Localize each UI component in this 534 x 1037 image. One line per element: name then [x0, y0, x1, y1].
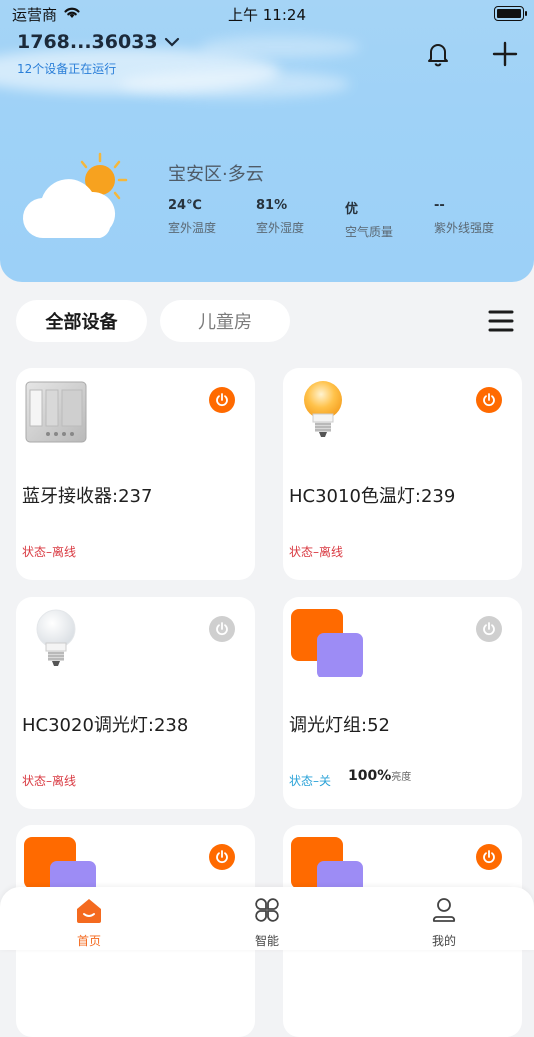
account-number: 1768...36033	[17, 31, 158, 53]
device-name: HC3020调光灯:238	[22, 715, 189, 736]
tab-smart[interactable]: 智能	[237, 895, 297, 949]
power-toggle[interactable]	[476, 616, 502, 642]
power-toggle[interactable]	[209, 387, 235, 413]
stat-value: 24℃	[168, 198, 202, 213]
device-name: 调光灯组:52	[289, 715, 390, 736]
partly-cloudy-icon	[22, 152, 128, 239]
filter-all-devices[interactable]: 全部设备	[16, 300, 147, 342]
stat-label: 紫外线强度	[434, 221, 495, 235]
sky-cloud-decoration	[200, 36, 360, 58]
light-group-icon	[291, 609, 363, 677]
device-card[interactable]: 调光灯组:52 状态–关 100%亮度	[283, 597, 522, 809]
device-card[interactable]: HC3020调光灯:238 状态–离线	[16, 597, 255, 809]
brightness-label: 亮度	[391, 772, 412, 783]
device-status: 状态–离线	[22, 774, 77, 788]
brightness-readout: 100%亮度	[348, 768, 411, 784]
stat-value: --	[434, 198, 445, 213]
user-icon	[432, 898, 456, 922]
white-bulb-icon	[36, 609, 76, 666]
tab-label: 我的	[431, 934, 456, 948]
stat-label: 室外湿度	[256, 221, 305, 235]
device-name: HC3010色温灯:239	[289, 486, 456, 507]
stat-air-quality: 优 空气质量	[345, 198, 393, 240]
devices-running-text: 12个设备正在运行	[17, 62, 117, 76]
brightness-value: 100%	[348, 768, 392, 784]
tab-home[interactable]: 首页	[59, 895, 119, 949]
power-toggle[interactable]	[209, 616, 235, 642]
tab-label: 智能	[254, 934, 279, 948]
status-bar: 运营商 上午 11:24	[0, 0, 534, 28]
home-icon	[77, 899, 101, 923]
device-status: 状态–离线	[22, 545, 77, 559]
menu-icon[interactable]	[487, 309, 515, 333]
stat-label: 空气质量	[345, 225, 394, 239]
clock: 上午 11:24	[228, 6, 306, 24]
power-icon	[216, 850, 228, 864]
stat-temperature: 24℃ 室外温度	[168, 198, 216, 236]
device-name: 蓝牙接收器:237	[22, 486, 153, 507]
location-weather: 宝安区·多云	[168, 164, 264, 185]
bell-icon[interactable]	[424, 40, 452, 68]
stat-uv: -- 紫外线强度	[434, 198, 494, 236]
power-toggle[interactable]	[209, 844, 235, 870]
stat-value: 81%	[256, 198, 288, 213]
sky-cloud-decoration	[120, 70, 350, 98]
stat-value: 优	[345, 202, 359, 217]
device-status: 状态–关	[289, 774, 332, 788]
power-icon	[216, 622, 228, 636]
bottom-tab-bar: 首页 智能 我的	[0, 887, 534, 950]
add-device-icon[interactable]	[491, 40, 519, 68]
warm-bulb-icon	[304, 381, 342, 437]
bluetooth-receiver-icon	[25, 381, 87, 443]
filter-room-kids[interactable]: 儿童房	[160, 300, 290, 342]
room-filter-bar: 全部设备 儿童房	[0, 300, 534, 344]
account-selector[interactable]: 1768...36033	[17, 31, 180, 53]
clover-icon	[255, 898, 279, 922]
tab-mine[interactable]: 我的	[414, 895, 474, 949]
device-card[interactable]: HC3010色温灯:239 状态–离线	[283, 368, 522, 580]
power-icon	[483, 850, 495, 864]
tab-label: 首页	[76, 934, 101, 948]
power-icon	[216, 393, 228, 407]
battery-icon	[494, 6, 527, 21]
device-card[interactable]: 蓝牙接收器:237 状态–离线	[16, 368, 255, 580]
stat-humidity: 81% 室外湿度	[256, 198, 304, 236]
power-icon	[483, 393, 495, 407]
chevron-down-icon	[164, 37, 179, 47]
power-toggle[interactable]	[476, 844, 502, 870]
power-icon	[483, 622, 495, 636]
device-status: 状态–离线	[289, 545, 344, 559]
power-toggle[interactable]	[476, 387, 502, 413]
stat-label: 室外温度	[168, 221, 217, 235]
